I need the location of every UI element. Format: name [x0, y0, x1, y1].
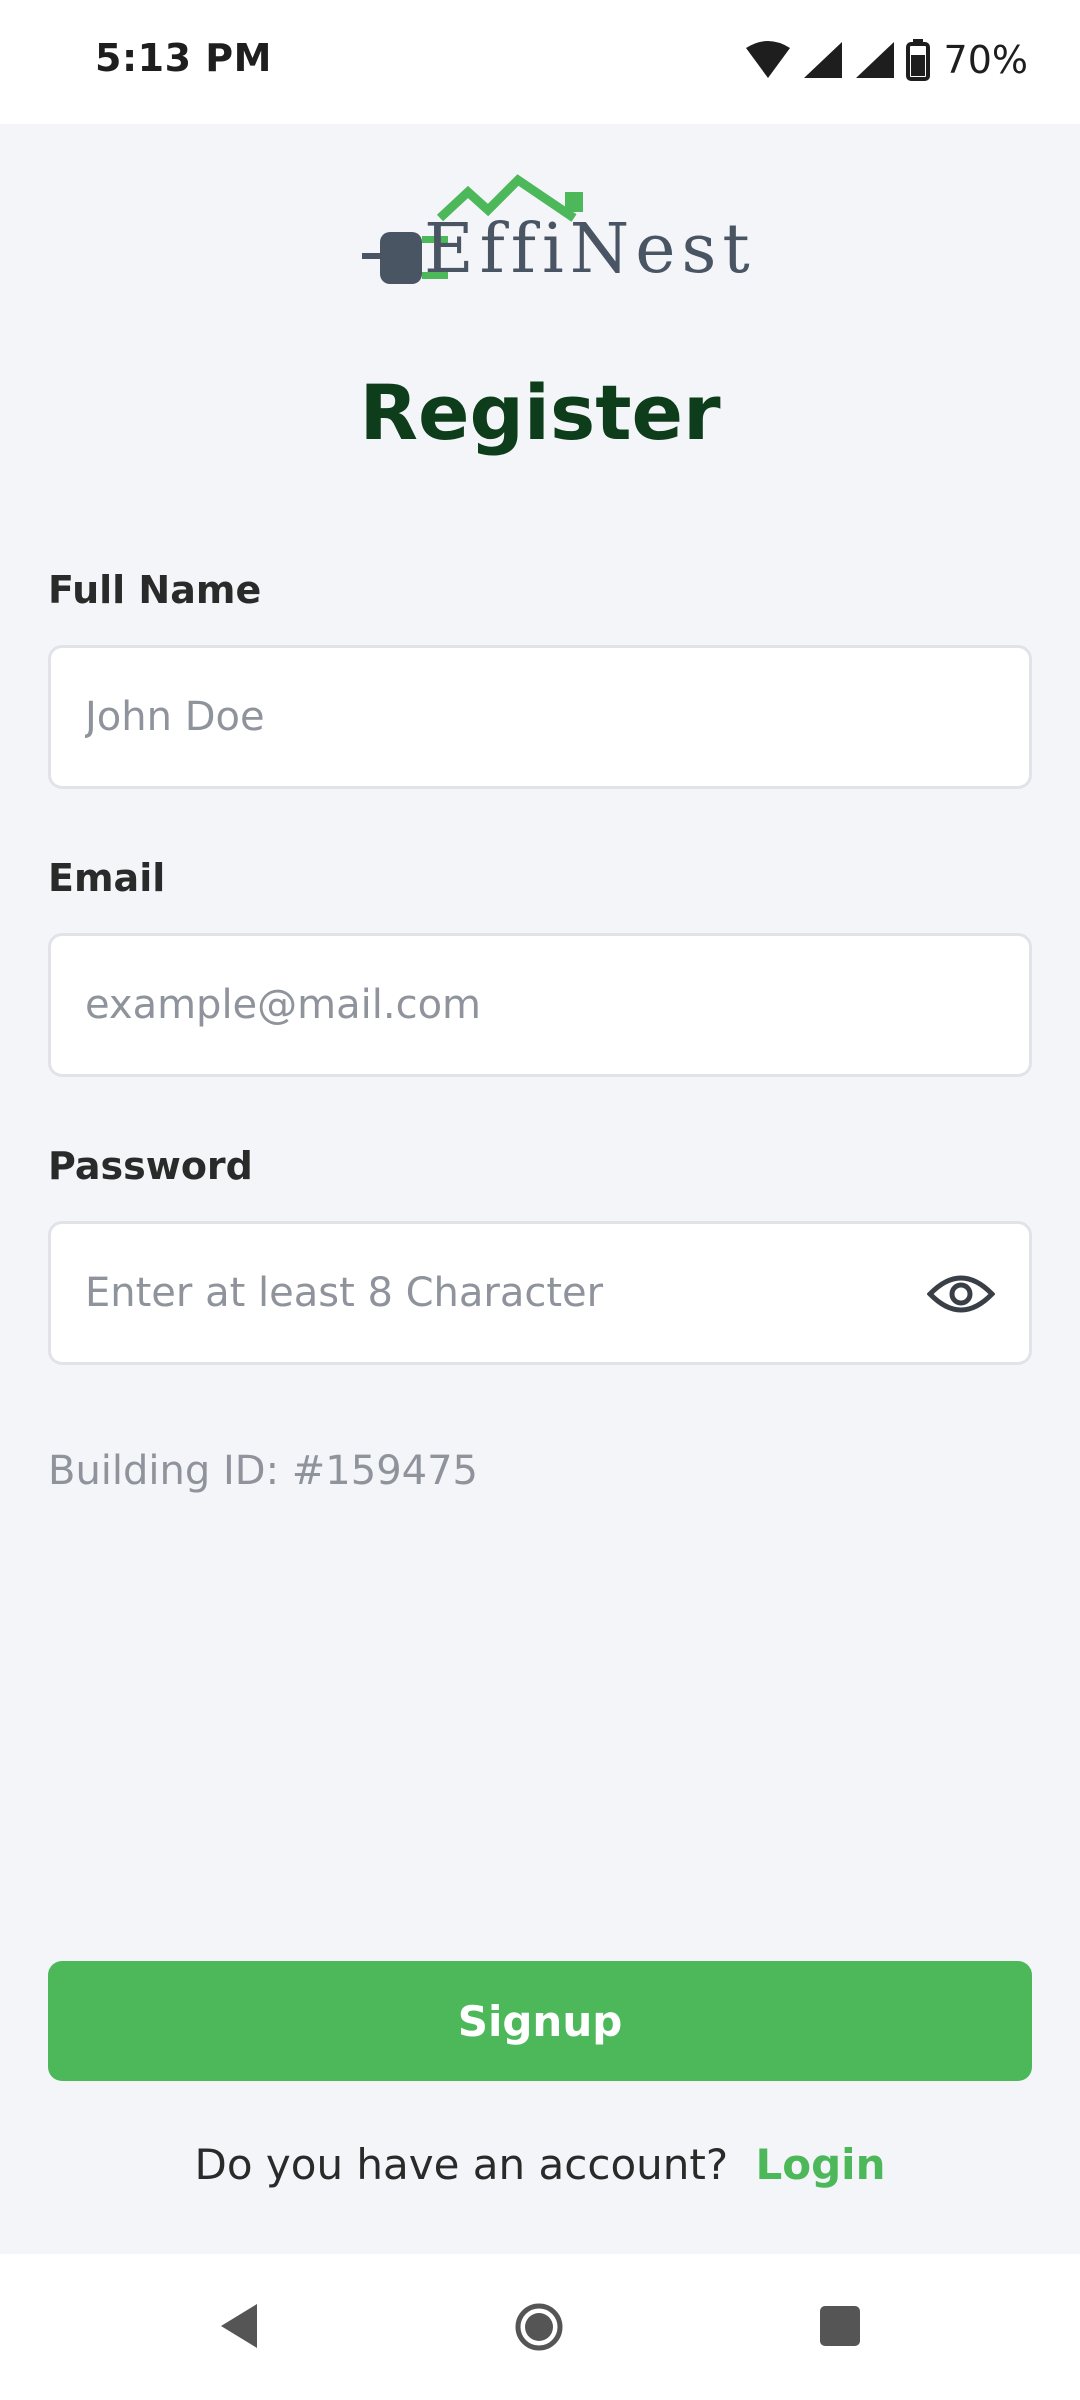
password-label: Password — [48, 1144, 253, 1188]
full-name-label: Full Name — [48, 568, 262, 612]
back-icon[interactable] — [217, 2302, 261, 2350]
battery-percent: 70% — [943, 38, 1028, 82]
recents-icon[interactable] — [818, 2304, 862, 2348]
full-name-input[interactable] — [85, 648, 945, 786]
wifi-icon — [745, 41, 790, 78]
full-name-field[interactable] — [48, 645, 1032, 789]
password-field[interactable] — [48, 1221, 1032, 1365]
navigation-bar — [0, 2254, 1080, 2400]
building-id-label: Building ID: — [48, 1448, 280, 1494]
email-label: Email — [48, 856, 166, 900]
home-icon[interactable] — [514, 2302, 564, 2352]
building-id: Building ID: #159475 — [48, 1448, 478, 1494]
building-id-value: #159475 — [291, 1448, 478, 1494]
battery-icon — [905, 39, 930, 81]
logo-text: EffiNest — [424, 210, 756, 289]
email-field[interactable] — [48, 933, 1032, 1077]
signup-button[interactable]: Signup — [48, 1961, 1032, 2081]
eye-icon[interactable] — [927, 1270, 995, 1318]
email-input[interactable] — [85, 936, 945, 1074]
signal-icon — [803, 42, 842, 78]
status-time: 5:13 PM — [95, 36, 272, 80]
password-input[interactable] — [85, 1224, 945, 1362]
effinest-logo: EffiNest — [362, 172, 750, 302]
page-title: Register — [359, 368, 721, 457]
account-prompt-text: Do you have an account? — [194, 2140, 729, 2189]
login-link[interactable]: Login — [756, 2140, 886, 2189]
status-icons: 70% — [744, 38, 1028, 82]
login-prompt: Do you have an account? Login — [0, 2140, 1080, 2189]
signal-icon-2 — [855, 42, 894, 78]
status-bar: 5:13 PM 70% — [0, 0, 1080, 124]
